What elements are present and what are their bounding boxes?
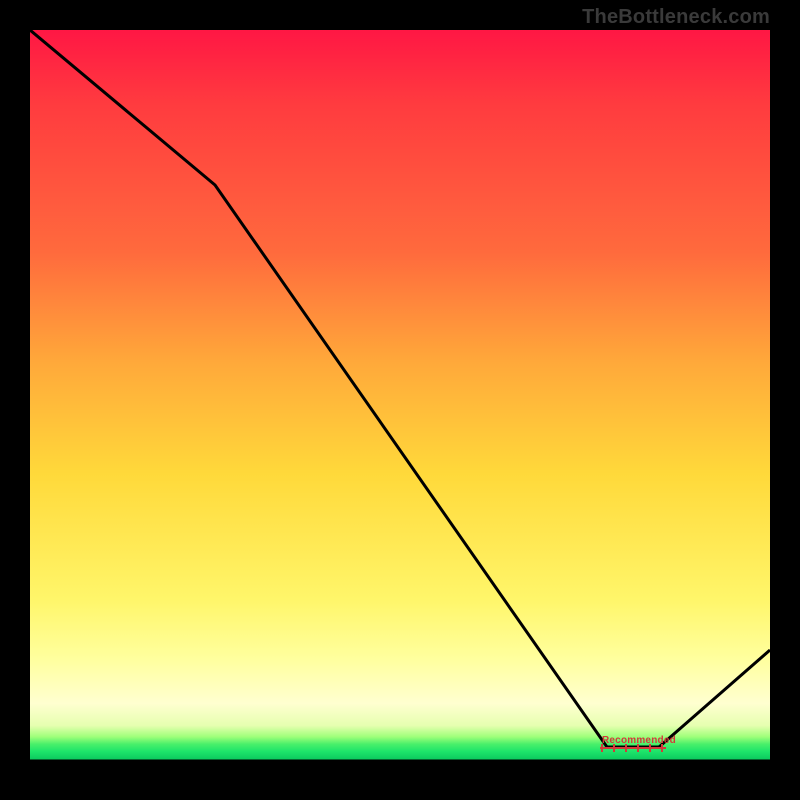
chart-frame: TheBottleneck.com Recommended [0,0,800,800]
plot-gradient-area [30,30,770,770]
watermark-text: TheBottleneck.com [582,6,770,29]
recommended-label: Recommended [602,735,676,746]
